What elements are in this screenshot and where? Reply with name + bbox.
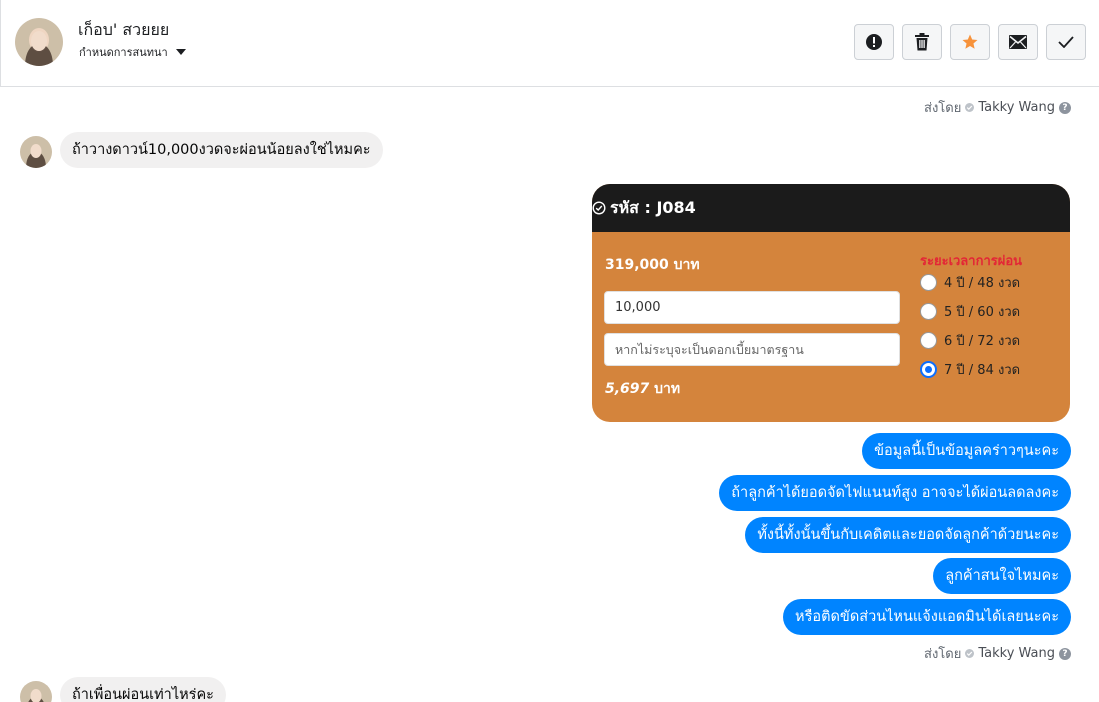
- mail-button[interactable]: [998, 24, 1038, 60]
- radio-icon[interactable]: [920, 332, 937, 349]
- term-label: 7 ปี / 84 งวด: [944, 363, 1021, 378]
- contact-avatar[interactable]: [15, 18, 63, 66]
- contact-name[interactable]: เก็อบ' สวยยย: [78, 18, 169, 43]
- outgoing-message[interactable]: หรือติดขัดส่วนไหนแจ้งแอดมินได้เลยนะคะ: [783, 599, 1071, 635]
- caret-down-icon: [175, 49, 186, 55]
- radio-icon[interactable]: [920, 274, 937, 291]
- monthly-payment: 5,697 บาท: [605, 378, 680, 400]
- incoming-message[interactable]: ถ้าวางดาวน์10,000งวดจะผ่อนน้อยลงใช่ไหมคะ: [60, 132, 383, 168]
- monthly-payment-value: 5,697: [605, 381, 650, 397]
- star-icon: [962, 34, 978, 49]
- car-price: 319,000 บาท: [605, 257, 700, 273]
- term-option-60[interactable]: 5 ปี / 60 งวด: [920, 301, 1020, 322]
- installment-calculator-card: รหัส : J084 319,000 บาท 10,000 หากไม่ระบ…: [592, 184, 1070, 422]
- term-label: 6 ปี / 72 งวด: [944, 334, 1021, 349]
- verified-icon: [965, 649, 975, 658]
- term-option-48[interactable]: 4 ปี / 48 งวด: [920, 272, 1020, 293]
- card-header: รหัส : J084: [592, 184, 1070, 232]
- done-button[interactable]: [1046, 24, 1086, 60]
- radio-selected-icon[interactable]: [920, 361, 937, 378]
- sent-by-name[interactable]: Takky Wang: [978, 100, 1055, 115]
- interest-rate-input[interactable]: หากไม่ระบุจะเป็นดอกเบี้ยมาตรฐาน: [604, 333, 900, 366]
- report-button[interactable]: [854, 24, 894, 60]
- outgoing-message[interactable]: ทั้งนี้ทั้งนั้นขึ้นกับเคดิตและยอดจัดลูกค…: [745, 517, 1071, 553]
- help-icon[interactable]: ?: [1059, 647, 1071, 660]
- car-code: รหัส : J084: [610, 197, 696, 217]
- term-option-84[interactable]: 7 ปี / 84 งวด: [920, 359, 1020, 380]
- outgoing-message[interactable]: ถ้าลูกค้าได้ยอดจัดไฟแนนท์สูง อาจจะได้ผ่อ…: [719, 475, 1071, 511]
- term-option-72[interactable]: 6 ปี / 72 งวด: [920, 330, 1020, 351]
- header-actions: [854, 24, 1086, 60]
- monthly-payment-unit: บาท: [654, 381, 681, 397]
- conversation-header: เก็อบ' สวยยย กำหนดการสนทนา: [0, 0, 1099, 87]
- check-icon: [1058, 36, 1074, 48]
- check-circle-icon: [592, 201, 606, 215]
- star-button[interactable]: [950, 24, 990, 60]
- sender-avatar[interactable]: [20, 136, 52, 168]
- alert-circle-icon: [866, 34, 882, 50]
- delete-button[interactable]: [902, 24, 942, 60]
- term-title: ระยะเวลาการผ่อน: [920, 254, 1023, 269]
- sender-avatar[interactable]: [20, 681, 52, 702]
- sent-by-label: ส่งโดย: [924, 101, 962, 116]
- conversation-assign-menu[interactable]: กำหนดการสนทนา: [79, 43, 186, 61]
- verified-icon: [965, 103, 975, 112]
- down-payment-input[interactable]: 10,000: [604, 291, 900, 324]
- term-label: 5 ปี / 60 งวด: [944, 305, 1021, 320]
- sent-by-label: ส่งโดย: [924, 647, 962, 662]
- sent-by-name[interactable]: Takky Wang: [978, 646, 1055, 661]
- outgoing-message[interactable]: ลูกค้าสนใจไหมคะ: [933, 558, 1071, 594]
- incoming-message[interactable]: ถ้าเพื่อนผ่อนเท่าไหร่คะ: [60, 677, 226, 702]
- term-label: 4 ปี / 48 งวด: [944, 276, 1021, 291]
- conversation-assign-label: กำหนดการสนทนา: [79, 46, 168, 59]
- radio-icon[interactable]: [920, 303, 937, 320]
- help-icon[interactable]: ?: [1059, 101, 1071, 114]
- sent-by-bottom: ส่งโดย Takky Wang ?: [924, 643, 1071, 664]
- envelope-icon: [1009, 35, 1027, 49]
- sent-by-top: ส่งโดย Takky Wang ?: [924, 97, 1071, 118]
- outgoing-message[interactable]: ข้อมูลนี้เป็นข้อมูลคร่าวๆนะคะ: [862, 433, 1071, 469]
- trash-icon: [915, 33, 929, 51]
